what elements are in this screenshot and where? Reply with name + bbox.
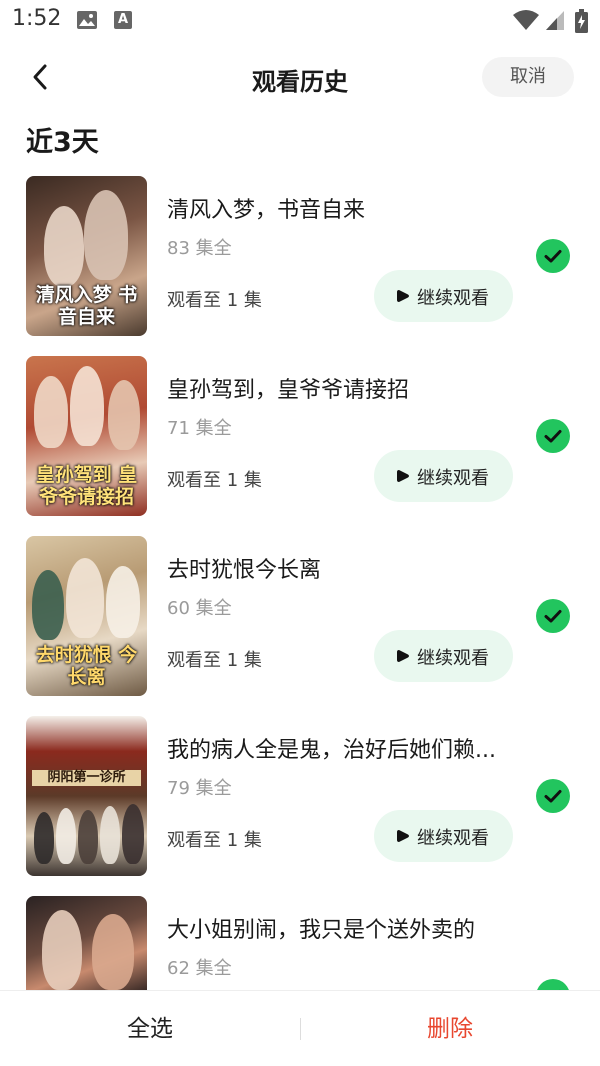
poster-figure	[56, 808, 76, 864]
continue-watching-button[interactable]: 继续观看	[374, 810, 513, 862]
poster-text: 阴阳第一诊所	[32, 770, 141, 786]
poster-image[interactable]: 阴阳第一诊所	[26, 716, 147, 876]
history-item[interactable]: 去时犹恨 今长离 去时犹恨今长离 60 集全 观看至 1 集 继续观看	[0, 536, 600, 716]
poster-figure	[106, 566, 140, 638]
wifi-icon	[513, 10, 539, 30]
history-item[interactable]: 皇孙驾到 皇爷爷请接招 皇孙驾到，皇爷爷请接招 71 集全 观看至 1 集 继续…	[0, 356, 600, 536]
checkmark-icon[interactable]	[536, 779, 570, 813]
poster-figure	[32, 570, 64, 640]
drama-title: 大小姐别闹，我只是个送外卖的	[167, 918, 476, 943]
poster-image[interactable]	[26, 896, 147, 990]
poster-text: 皇孙驾到 皇爷爷请接招	[35, 464, 138, 508]
continue-watching-label: 继续观看	[417, 828, 489, 849]
poster-figure	[108, 380, 140, 450]
history-item[interactable]: 阴阳第一诊所 我的病人全是鬼，治好后她们赖... 79 集全 观看至 1 集 继…	[0, 716, 600, 896]
status-time: 1:52	[12, 6, 62, 31]
poster-figure	[78, 810, 98, 864]
poster-image[interactable]: 去时犹恨 今长离	[26, 536, 147, 696]
play-icon	[397, 290, 409, 302]
continue-watching-label: 继续观看	[417, 288, 489, 309]
episode-count: 71 集全	[167, 418, 232, 439]
continue-watching-label: 继续观看	[417, 468, 489, 489]
delete-button[interactable]: 删除	[300, 991, 600, 1066]
section-title: 近3天	[26, 127, 99, 158]
watch-progress: 观看至 1 集	[167, 830, 262, 851]
bottom-action-bar: 全选 删除	[0, 990, 600, 1066]
poster-figure	[34, 812, 54, 864]
poster-figure	[92, 914, 134, 990]
signal-icon	[546, 11, 564, 30]
select-all-button[interactable]: 全选	[0, 991, 300, 1066]
episode-count: 79 集全	[167, 778, 232, 799]
poster-text: 去时犹恨 今长离	[35, 644, 138, 688]
drama-title: 皇孙驾到，皇爷爷请接招	[167, 378, 410, 403]
status-bar: 1:52 A	[0, 0, 600, 40]
history-list: 清风入梦 书音自来 清风入梦，书音自来 83 集全 观看至 1 集 继续观看 皇…	[0, 176, 600, 1066]
header: 观看历史 取消	[0, 52, 600, 102]
checkmark-icon[interactable]	[536, 419, 570, 453]
poster-figure	[44, 206, 84, 286]
play-icon	[397, 830, 409, 842]
continue-watching-label: 继续观看	[417, 648, 489, 669]
play-icon	[397, 650, 409, 662]
cancel-button[interactable]: 取消	[482, 57, 574, 97]
poster-figure	[84, 190, 128, 280]
poster-figure	[42, 910, 82, 990]
poster-figure	[66, 558, 104, 638]
watch-progress: 观看至 1 集	[167, 290, 262, 311]
gallery-icon	[77, 11, 97, 29]
poster-image[interactable]: 皇孙驾到 皇爷爷请接招	[26, 356, 147, 516]
poster-image[interactable]: 清风入梦 书音自来	[26, 176, 147, 336]
episode-count: 83 集全	[167, 238, 232, 259]
play-icon	[397, 470, 409, 482]
poster-figure	[34, 376, 68, 448]
watch-progress: 观看至 1 集	[167, 650, 262, 671]
history-item[interactable]: 清风入梦 书音自来 清风入梦，书音自来 83 集全 观看至 1 集 继续观看	[0, 176, 600, 356]
poster-figure	[122, 804, 144, 864]
continue-watching-button[interactable]: 继续观看	[374, 450, 513, 502]
continue-watching-button[interactable]: 继续观看	[374, 630, 513, 682]
poster-text: 清风入梦 书音自来	[35, 284, 138, 328]
watch-progress: 观看至 1 集	[167, 470, 262, 491]
poster-figure	[100, 806, 120, 864]
notification-a-icon: A	[114, 11, 132, 29]
checkmark-icon[interactable]	[536, 239, 570, 273]
drama-title: 我的病人全是鬼，治好后她们赖...	[167, 738, 496, 763]
drama-title: 去时犹恨今长离	[167, 558, 322, 583]
poster-figure	[70, 366, 104, 446]
battery-icon	[575, 9, 588, 33]
continue-watching-button[interactable]: 继续观看	[374, 270, 513, 322]
drama-title: 清风入梦，书音自来	[167, 198, 366, 223]
episode-count: 62 集全	[167, 958, 232, 979]
checkmark-icon[interactable]	[536, 599, 570, 633]
episode-count: 60 集全	[167, 598, 232, 619]
